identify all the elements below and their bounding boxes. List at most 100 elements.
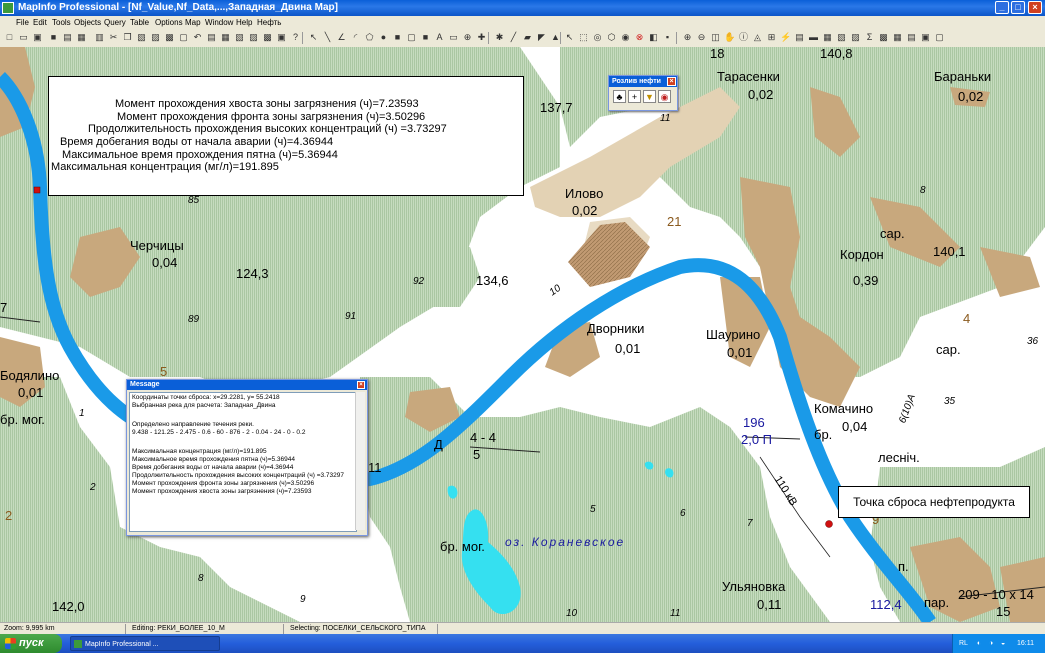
message-scrollbar[interactable] [355,392,365,530]
change-view-icon[interactable]: ◫ [710,32,721,43]
invert-selection-icon[interactable]: ◧ [648,32,659,43]
frame-icon[interactable]: ▭ [448,32,459,43]
redistrict-icon[interactable]: ▧ [234,32,245,43]
warning-icon[interactable]: ▼ [643,90,656,103]
cut-icon[interactable]: ✂ [108,32,119,43]
run-icon[interactable]: ▢ [934,32,945,43]
message-window: Message × Координаты точки сброса: x=29.… [126,379,368,536]
run-calc-icon[interactable]: ◉ [658,90,671,103]
marquee-select-icon[interactable]: ⬚ [578,32,589,43]
paste-icon[interactable]: ▧ [136,32,147,43]
help-icon[interactable]: ? [290,32,301,43]
ruler-icon[interactable]: ▬ [808,32,819,43]
menu-window[interactable]: Window [205,16,233,29]
catalog-icon[interactable]: ▤ [906,32,917,43]
info-icon[interactable]: ▣ [276,32,287,43]
menu-options[interactable]: Options [155,16,183,29]
site-marker [33,186,41,194]
polyline-icon[interactable]: ∠ [336,32,347,43]
map-label: 8 [198,573,204,584]
menu-help[interactable]: Help [236,16,252,29]
maximize-button[interactable]: □ [1011,1,1025,14]
statistics-window-icon[interactable]: ▧ [836,32,847,43]
clock[interactable]: 16:11 [1017,634,1034,653]
open-icon[interactable]: ▭ [18,32,29,43]
line-style-icon[interactable]: ╱ [508,32,519,43]
close-button[interactable]: × [1028,1,1042,14]
palette-close-button[interactable]: × [667,77,676,86]
minimize-button[interactable]: _ [995,1,1009,14]
menu-map[interactable]: Map [185,16,201,29]
polygon-select-icon[interactable]: ⬡ [606,32,617,43]
drag-map-icon[interactable]: ⊞ [766,32,777,43]
add-node-icon[interactable]: ✚ [476,32,487,43]
reshape-icon[interactable]: ⊕ [462,32,473,43]
print-icon[interactable]: ▦ [76,32,87,43]
open-table-icon[interactable]: ▣ [32,32,43,43]
menu-neft[interactable]: Нефть [257,16,281,29]
tray-icon[interactable]: ◒ [1001,634,1005,653]
graph-icon[interactable]: ▤ [206,32,217,43]
ellipse-icon[interactable]: ● [378,32,389,43]
graph-select-icon[interactable]: ▪ [662,32,673,43]
tray-icon[interactable]: ◑ [989,634,993,653]
map-label: 15 [996,604,1011,619]
map-window[interactable]: 18 140,8 Тарасенки 0,02 Бараньки 0,02 13… [0,47,1045,622]
arc-icon[interactable]: ◜ [350,32,361,43]
zoom-in-icon[interactable]: ⊕ [682,32,693,43]
symbol-style-icon[interactable]: ✱ [494,32,505,43]
layer-control-icon[interactable]: ▤ [794,32,805,43]
save-icon[interactable]: ■ [48,32,59,43]
line-icon[interactable]: ╲ [322,32,333,43]
show-legend-icon[interactable]: ▦ [822,32,833,43]
workspace-icon[interactable]: ▥ [94,32,105,43]
unselect-icon[interactable]: ⊗ [634,32,645,43]
browse-icon[interactable]: ▩ [164,32,175,43]
tray-icon[interactable]: ◐ [977,634,981,653]
info-tool-icon[interactable]: ⓘ [738,32,749,43]
menu-edit[interactable]: Edit [33,16,47,29]
menu-objects[interactable]: Objects [74,16,101,29]
map-basic-icon[interactable]: ▣ [920,32,931,43]
boundary-select-icon[interactable]: ◉ [620,32,631,43]
taskbar-item-mapinfo[interactable]: MapInfo Professional ... [70,636,220,651]
map-window-icon[interactable]: ▢ [178,32,189,43]
statistics-icon[interactable]: ▩ [262,32,273,43]
rectangle-icon[interactable]: ■ [392,32,403,43]
menu-query[interactable]: Query [104,16,126,29]
zoom-out-icon[interactable]: ⊖ [696,32,707,43]
select-icon[interactable]: ↖ [564,32,575,43]
square-icon[interactable]: ■ [420,32,431,43]
menu-tools[interactable]: Tools [52,16,71,29]
radius-select-icon[interactable]: ◎ [592,32,603,43]
menu-file[interactable]: File [16,16,29,29]
undo-icon[interactable]: ↶ [192,32,203,43]
status-separator [437,624,438,634]
text-style-icon[interactable]: ◤ [536,32,547,43]
hotlink-icon[interactable]: ⚡ [780,32,791,43]
copy-icon[interactable]: ❐ [122,32,133,43]
menu-table[interactable]: Table [130,16,149,29]
set-target-icon[interactable]: ▨ [850,32,861,43]
table-tool-icon[interactable]: ▦ [892,32,903,43]
layout-icon[interactable]: ▦ [220,32,231,43]
map-label: 11 [670,608,681,619]
language-indicator[interactable]: RL [959,634,968,653]
spill-tool-icon[interactable]: ♣ [613,90,626,103]
new-icon[interactable]: □ [4,32,15,43]
region-style-icon[interactable]: ▰ [522,32,533,43]
rounded-rect-icon[interactable]: ▢ [406,32,417,43]
polygon-icon[interactable]: ⬠ [364,32,375,43]
legend-icon[interactable]: ▨ [248,32,259,43]
label-icon[interactable]: ◬ [752,32,763,43]
grabber-icon[interactable]: ✋ [724,32,735,43]
add-point-icon[interactable]: + [628,90,641,103]
save-copy-icon[interactable]: ▤ [62,32,73,43]
message-close-button[interactable]: × [357,381,365,389]
clear-icon[interactable]: ▨ [150,32,161,43]
select-draw-icon[interactable]: ↖ [308,32,319,43]
start-button[interactable]: пуск [0,634,62,653]
text-icon[interactable]: A [434,32,445,43]
sum-icon[interactable]: Σ [864,32,875,43]
thematic-icon[interactable]: ▩ [878,32,889,43]
